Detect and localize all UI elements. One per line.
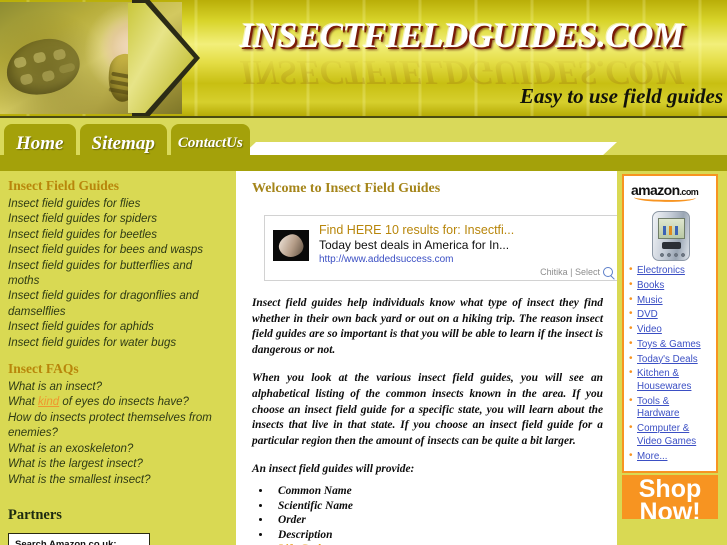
list-item: More... [629,450,712,464]
navigation-bar: Home Sitemap ContactUs [0,116,727,171]
content-columns: Insect Field Guides Insect field guides … [0,171,727,545]
faq-link-smallest-insect[interactable]: What is the smallest insect? [8,473,226,488]
magnifier-icon[interactable] [603,267,613,277]
amazon-link-tools-hardware[interactable]: Tools & Hardware [637,396,679,420]
site-tagline: Easy to use field guides [520,84,723,108]
ad-title-link[interactable]: Find HERE 10 results for: Insectfi... [319,223,613,238]
sidebar-heading-guides: Insect Field Guides [8,178,120,193]
nav-item-contactus[interactable]: ContactUs [170,124,250,163]
pda-device-icon [651,211,690,261]
amazon-link-computer-video-games[interactable]: Computer & Video Games [637,423,696,447]
site-header-banner: INSECTFIELDGUIDES.COM INSECTFIELDGUIDES.… [0,0,727,116]
list-item: Tools & Hardware [629,395,712,421]
amazon-link-toys-games[interactable]: Toys & Games [637,339,701,350]
faq-kind-highlight[interactable]: kind [38,396,59,408]
sidebar-heading-partners: Partners [8,506,62,523]
chitika-ad-box[interactable]: Find HERE 10 results for: Insectfi... To… [264,215,617,281]
page-root: INSECTFIELDGUIDES.COM INSECTFIELDGUIDES.… [0,0,727,545]
amazon-link-music[interactable]: Music [637,295,663,306]
sidebar-link-aphids[interactable]: Insect field guides for aphids [8,320,226,335]
sidebar-link-dragonflies-damselflies[interactable]: Insect field guides for dragonflies and … [8,289,226,320]
ad-description: Today best deals in America for In... [319,238,510,252]
pda-buttons [658,252,685,258]
ad-url-link[interactable]: http://www.addedsuccess.com [319,253,613,267]
nav-button-group: Home Sitemap ContactUs [4,124,250,163]
nav-item-sitemap[interactable]: Sitemap [79,124,167,163]
sidebar-link-spiders[interactable]: Insect field guides for spiders [8,212,226,227]
ad-footer-label: Chitika | Select [540,267,600,277]
amazon-category-list: Electronics Books Music DVD Video Toys &… [629,264,712,464]
list-item: DVD [629,308,712,322]
pda-keypad [661,242,681,249]
amazon-swoosh-icon [633,191,697,204]
right-sidebar: amazon.com Electronics Books Music DVD V… [617,171,727,545]
list-item: Scientific Name [272,499,607,514]
amazon-search-widget: Search Amazon.co.uk: All Products ▼ [8,532,150,545]
amazon-link-more[interactable]: More... [637,451,668,462]
sidebar-link-flies[interactable]: Insect field guides for flies [8,197,226,212]
field-guide-feature-list: Common Name Scientific Name Order Descri… [272,484,607,545]
pda-screen [657,218,685,239]
amazon-search-label: Search Amazon.co.uk: [15,538,117,545]
list-item: Order [272,513,607,528]
faq-link-exoskeleton[interactable]: What is an exoskeleton? [8,442,226,457]
sidebar-heading-faqs: Insect FAQs [8,361,79,377]
left-sidebar: Insect Field Guides Insect field guides … [0,171,232,545]
beetle-icon [0,31,86,103]
list-item: Kitchen & Housewares [629,367,712,393]
list-item: Common Name [272,484,607,499]
intro-paragraph-3: An insect field guides will provide: [252,463,415,476]
ad-thumbnail-image [273,230,309,261]
intro-paragraph-1: Insect field guides help individuals kno… [252,297,603,356]
faq-link-protect-themselves[interactable]: How do insects protect themselves from e… [8,411,226,442]
amazon-link-dvd[interactable]: DVD [637,309,658,320]
ad-footer[interactable]: Chitika | Select [540,267,613,277]
list-item: Toys & Games [629,338,712,352]
sidebar-link-butterflies-moths[interactable]: Insect field guides for butterflies and … [8,259,226,290]
list-item: Music [629,294,712,308]
page-title: Welcome to Insect Field Guides [252,181,441,196]
list-item: Today's Deals [629,353,712,367]
main-content: Welcome to Insect Field Guides Find HERE… [232,171,617,545]
list-item: Description [272,528,607,543]
amazon-link-todays-deals[interactable]: Today's Deals [637,354,698,365]
sidebar-link-beetles[interactable]: Insect field guides for beetles [8,228,226,243]
ad-text-block: Find HERE 10 results for: Insectfi... To… [319,223,613,267]
amazon-link-books[interactable]: Books [637,280,664,291]
amazon-link-video[interactable]: Video [637,324,662,335]
amazon-logo[interactable]: amazon.com [631,182,699,204]
list-item: Electronics [629,264,712,278]
list-item: Computer & Video Games [629,422,712,448]
faq-link-kind-of-eyes[interactable]: What kind of eyes do insects have? [8,395,226,410]
amazon-link-electronics[interactable]: Electronics [637,265,685,276]
intro-paragraph-2: When you look at the various insect fiel… [252,372,603,447]
sidebar-link-water-bugs[interactable]: Insect field guides for water bugs [8,336,226,351]
list-item: Video [629,323,712,337]
site-logo: INSECTFIELDGUIDES.COM [240,16,684,55]
faq-kind-pre: What [8,396,39,409]
amazon-ad-box: amazon.com Electronics Books Music DVD V… [622,174,718,474]
faq-link-largest-insect[interactable]: What is the largest insect? [8,457,226,472]
nav-item-home[interactable]: Home [4,124,76,163]
list-item: Books [629,279,712,293]
amazon-link-kitchen-housewares[interactable]: Kitchen & Housewares [637,368,691,392]
sidebar-link-bees-wasps[interactable]: Insect field guides for bees and wasps [8,243,226,258]
faq-kind-post: of eyes do insects have? [59,396,189,409]
faq-link-what-is-an-insect[interactable]: What is an insect? [8,380,226,395]
shop-now-button[interactable]: Shop Now! [622,475,718,520]
